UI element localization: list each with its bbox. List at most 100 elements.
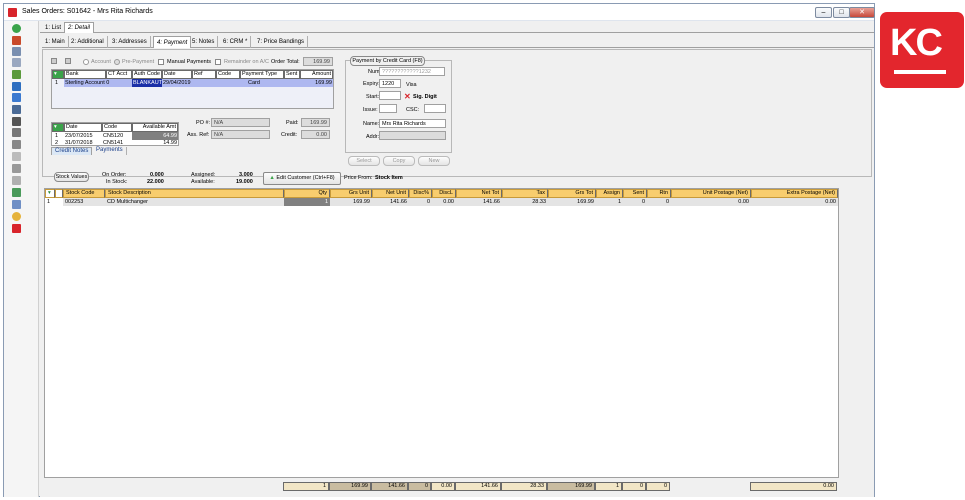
col-net-unit[interactable]: Net Unit xyxy=(372,189,409,198)
delete-icon[interactable] xyxy=(12,152,21,161)
grid-filter-icon[interactable]: ▾ xyxy=(52,70,64,79)
col-payment-type[interactable]: Payment Type xyxy=(240,70,284,79)
addr-field[interactable] xyxy=(379,131,446,140)
line-tax[interactable]: 28.33 xyxy=(502,198,548,206)
payment-date-cell[interactable]: 29/04/2019 xyxy=(162,79,192,87)
payment-type-cell[interactable]: Card xyxy=(240,79,284,87)
cancel-icon[interactable] xyxy=(12,224,21,233)
line-qty[interactable]: 1 xyxy=(284,198,330,206)
line-stock-code[interactable]: 002253 xyxy=(63,198,105,206)
col-extra-postage[interactable]: Extra Postage (Net) xyxy=(751,189,838,198)
col-tax[interactable]: Tax xyxy=(502,189,548,198)
payment-bank-cell[interactable]: Sterling Account 0 xyxy=(64,79,132,87)
subtab-additional[interactable]: 2: Additional xyxy=(68,36,108,48)
payment-amount-cell[interactable]: 169.99 xyxy=(300,79,333,87)
col-sent[interactable]: Sent xyxy=(284,70,300,79)
search-icon[interactable] xyxy=(12,47,21,56)
line-description[interactable]: CD Multichanger xyxy=(105,198,284,206)
col-disc-pct[interactable]: Disc% xyxy=(409,189,432,198)
grid-icon[interactable] xyxy=(12,176,21,185)
col-bank[interactable]: Bank xyxy=(64,70,106,79)
lines-filter-icon[interactable]: ▾ xyxy=(45,189,55,198)
col-rtn[interactable]: Rtn xyxy=(647,189,671,198)
subtab-main[interactable]: 1: Main xyxy=(42,36,69,48)
remainder-checkbox[interactable] xyxy=(215,59,221,65)
col-grs-tot[interactable]: Grs Tot xyxy=(548,189,596,198)
line-net-unit[interactable]: 141.66 xyxy=(372,198,409,206)
credit-col-code[interactable]: Code xyxy=(102,123,132,132)
tab-detail[interactable]: 2: Detail xyxy=(64,22,95,33)
issue-field[interactable] xyxy=(379,104,397,113)
copy-icon[interactable] xyxy=(12,128,21,137)
col-unit-postage[interactable]: Unit Postage (Net) xyxy=(671,189,751,198)
document-icon[interactable] xyxy=(12,36,21,45)
manual-payments-checkbox[interactable] xyxy=(158,59,164,65)
page-icon[interactable] xyxy=(12,200,21,209)
paste-icon[interactable] xyxy=(12,140,21,149)
line-grs-unit[interactable]: 169.99 xyxy=(330,198,372,206)
previous-record-icon[interactable] xyxy=(12,93,21,102)
line-assign[interactable]: 1 xyxy=(596,198,623,206)
subtab-addresses[interactable]: 3: Addresses xyxy=(109,36,151,48)
edit-customer-button[interactable]: ▲ Edit Customer (Ctrl+F8) xyxy=(263,172,341,185)
col-discl[interactable]: DiscL xyxy=(432,189,456,198)
payment-sent-cell[interactable] xyxy=(284,79,300,87)
prepayment-radio[interactable] xyxy=(114,59,120,65)
toolbar-button-a[interactable] xyxy=(51,58,57,64)
col-auth-code[interactable]: Auth Code xyxy=(132,70,162,79)
col-net-tot[interactable]: Net Tot xyxy=(456,189,502,198)
payment-by-card-button[interactable]: Payment by Credit Card (F8) xyxy=(350,56,425,66)
print-icon[interactable] xyxy=(12,117,21,126)
col-amount[interactable]: Amount xyxy=(300,70,333,79)
payment-auth-cell[interactable]: BLANKAUTH xyxy=(132,79,162,87)
subtab-notes[interactable]: 5: Notes xyxy=(189,36,219,48)
credit-row-code[interactable]: CN5141 xyxy=(102,139,132,147)
col-date[interactable]: Date xyxy=(162,70,192,79)
add-icon[interactable] xyxy=(12,24,21,33)
refresh-icon[interactable] xyxy=(12,70,21,79)
select-button[interactable]: Select xyxy=(348,156,380,166)
csc-field[interactable] xyxy=(424,104,446,113)
toolbar-button-b[interactable] xyxy=(65,58,71,64)
line-sent[interactable]: 0 xyxy=(623,198,647,206)
credit-row-amt[interactable]: 14.99 xyxy=(132,139,178,147)
new-button[interactable]: New xyxy=(418,156,450,166)
copy-button[interactable]: Copy xyxy=(383,156,415,166)
line-net-tot[interactable]: 141.66 xyxy=(456,198,502,206)
save-icon[interactable] xyxy=(12,105,21,114)
archive-icon[interactable] xyxy=(12,164,21,173)
tab-credit-notes[interactable]: Credit Notes xyxy=(51,147,93,155)
tab-payments[interactable]: Payments xyxy=(93,147,127,155)
col-stock-description[interactable]: Stock Description xyxy=(105,189,284,198)
subtab-payment[interactable]: 4: Payment xyxy=(153,36,192,48)
close-button[interactable]: ✕ xyxy=(849,7,875,18)
expiry-field[interactable]: 1220 xyxy=(379,79,401,88)
line-rtn[interactable]: 0 xyxy=(647,198,671,206)
find-icon[interactable] xyxy=(12,58,21,67)
payment-ref-cell[interactable] xyxy=(192,79,240,87)
start-field[interactable] xyxy=(379,91,401,100)
line-discl[interactable]: 0.00 xyxy=(432,198,456,206)
card-num-field[interactable]: ????????????1232 xyxy=(379,67,445,76)
col-sent[interactable]: Sent xyxy=(623,189,647,198)
line-extra-postage[interactable]: 0.00 xyxy=(751,198,838,206)
col-qty[interactable]: Qty xyxy=(284,189,330,198)
line-unit-postage[interactable]: 0.00 xyxy=(671,198,751,206)
line-grs-tot[interactable]: 169.99 xyxy=(548,198,596,206)
col-grs-unit[interactable]: Grs Unit xyxy=(330,189,372,198)
ass-ref-field[interactable]: N/A xyxy=(211,130,270,139)
info-icon[interactable] xyxy=(12,212,21,221)
po-field[interactable]: N/A xyxy=(211,118,270,127)
col-ref[interactable]: Ref xyxy=(192,70,216,79)
credit-col-available[interactable]: Available Amt xyxy=(132,123,178,132)
subtab-price-bandings[interactable]: 7: Price Bandings xyxy=(254,36,309,48)
tab-list[interactable]: 1: List xyxy=(41,22,65,33)
lines-select-col[interactable] xyxy=(55,189,63,198)
line-disc[interactable]: 0 xyxy=(409,198,432,206)
first-record-icon[interactable] xyxy=(12,82,21,91)
minimize-button[interactable]: – xyxy=(815,7,832,18)
col-assign[interactable]: Assign xyxy=(596,189,623,198)
card-name-field[interactable]: Mrs Rita Richards xyxy=(379,119,446,128)
col-code[interactable]: Code xyxy=(216,70,240,79)
maximize-button[interactable]: □ xyxy=(833,7,850,18)
